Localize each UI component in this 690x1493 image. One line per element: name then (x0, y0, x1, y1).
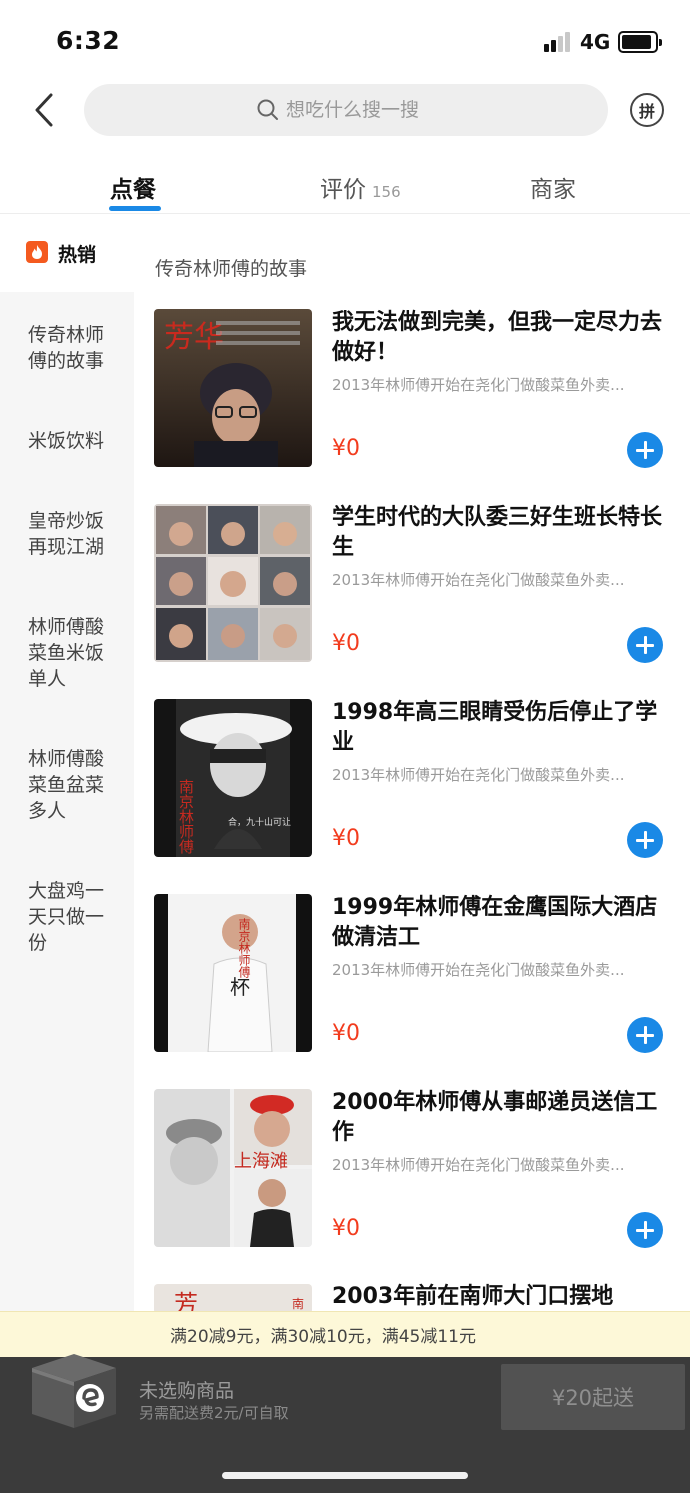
item-image[interactable]: 芳 南 (154, 1284, 312, 1314)
add-to-cart-button[interactable] (627, 432, 663, 468)
sidebar-item-story[interactable]: 传奇林师傅的故事 (28, 322, 122, 374)
sidebar-item-fish-single[interactable]: 林师傅酸菜鱼米饭单人 (28, 614, 122, 692)
poster-side-text: 南 (292, 1296, 304, 1311)
item-description: 2013年林师傅开始在尧化门做酸菜鱼外卖... (332, 571, 625, 589)
item-image[interactable]: 南京林师傅 合，九十山可让 (154, 699, 312, 857)
item-description: 2013年林师傅开始在尧化门做酸菜鱼外卖... (332, 961, 625, 979)
item-price: ¥0 (332, 1021, 360, 1046)
svg-text:南京林师傅: 南京林师傅 (177, 779, 195, 854)
sidebar-item-hot-label: 热销 (58, 244, 97, 266)
category-sidebar: 热销 传奇林师傅的故事 米饭饮料 皇帝炒饭再现江湖 林师傅酸菜鱼米饭单人 林师傅… (0, 214, 134, 1314)
checkout-button[interactable]: ¥20起送 (501, 1364, 685, 1430)
item-description: 2013年林师傅开始在尧化门做酸菜鱼外卖... (332, 766, 625, 784)
search-bar[interactable] (84, 84, 608, 136)
active-tab-indicator (109, 206, 161, 211)
sidebar-item-fish-multi[interactable]: 林师傅酸菜鱼盆菜多人 (28, 746, 122, 824)
sidebar-item-fried-rice[interactable]: 皇帝炒饭再现江湖 (28, 508, 122, 560)
item-title: 2000年林师傅从事邮递员送信工作 (332, 1090, 658, 1145)
item-image[interactable] (154, 504, 312, 662)
item-title: 1998年高三眼睛受伤后停止了学业 (332, 700, 658, 755)
item-title: 我无法做到完美，但我一定尽力去做好！ (332, 310, 663, 365)
poster-caption: 合，九十山可让 (228, 816, 291, 828)
add-to-cart-button[interactable] (627, 627, 663, 663)
item-price: ¥0 (332, 631, 360, 656)
tab-reviews[interactable]: 评价 156 (320, 170, 401, 204)
poster-title-text: 芳华 (164, 320, 224, 355)
tab-order[interactable]: 点餐 (110, 170, 156, 204)
item-price: ¥0 (332, 436, 360, 461)
back-button[interactable] (24, 88, 64, 132)
sidebar-item-hot[interactable]: 热销 (0, 214, 134, 292)
tab-order-label: 点餐 (110, 177, 156, 203)
item-title: 2003年前在南师大门口摆地 (332, 1284, 614, 1309)
chevron-left-icon (35, 93, 53, 127)
item-image[interactable]: 杯 南京林师傅 (154, 894, 312, 1052)
tab-merchant-label: 商家 (530, 177, 576, 203)
battery-icon (618, 31, 662, 53)
shirt-text: 杯 (230, 975, 250, 999)
signal-icon (544, 32, 574, 52)
tab-merchant[interactable]: 商家 (530, 170, 576, 204)
poster-vertical-text: 南京林师傅 (177, 779, 195, 854)
status-time: 6:32 (56, 26, 121, 55)
item-price: ¥0 (332, 826, 360, 851)
add-to-cart-button[interactable] (627, 1212, 663, 1248)
status-bar: 6:32 4G (0, 0, 690, 80)
item-image[interactable]: 上海滩 (154, 1089, 312, 1247)
item-price: ¥0 (332, 1216, 360, 1241)
sidebar-item-rice-drinks[interactable]: 米饭饮料 (28, 428, 122, 454)
review-count: 156 (372, 183, 401, 201)
item-description: 2013年林师傅开始在尧化门做酸菜鱼外卖... (332, 376, 625, 394)
item-image[interactable]: 芳华 (154, 309, 312, 467)
poster-overlay-text: 南京林师傅 (237, 917, 251, 978)
home-indicator (222, 1472, 468, 1479)
search-icon (257, 99, 278, 120)
group-order-icon[interactable]: 拼 (630, 93, 664, 127)
poster-overlay-text: 上海滩 (234, 1151, 288, 1172)
item-description: 2013年林师傅开始在尧化门做酸菜鱼外卖... (332, 1156, 625, 1174)
add-to-cart-button[interactable] (627, 1017, 663, 1053)
item-title: 1999年林师傅在金鹰国际大酒店做清洁工 (332, 895, 658, 950)
network-label: 4G (580, 30, 611, 54)
section-title: 传奇林师傅的故事 (155, 258, 308, 280)
tab-reviews-label: 评价 (320, 177, 366, 203)
cart-box-icon[interactable] (24, 1340, 124, 1432)
search-input[interactable] (286, 99, 436, 121)
promo-text: 满20减9元，满30减10元，满45减11元 (170, 1327, 476, 1347)
cart-status-text: 未选购商品 (139, 1380, 235, 1402)
sidebar-item-chicken[interactable]: 大盘鸡一天只做一份 (28, 878, 122, 956)
add-to-cart-button[interactable] (627, 822, 663, 858)
tab-bar: 点餐 评价 156 商家 (0, 160, 690, 214)
delivery-fee-text: 另需配送费2元/可自取 (139, 1404, 289, 1422)
item-title: 学生时代的大队委三好生班长特长生 (332, 505, 663, 560)
flame-icon (26, 241, 48, 263)
